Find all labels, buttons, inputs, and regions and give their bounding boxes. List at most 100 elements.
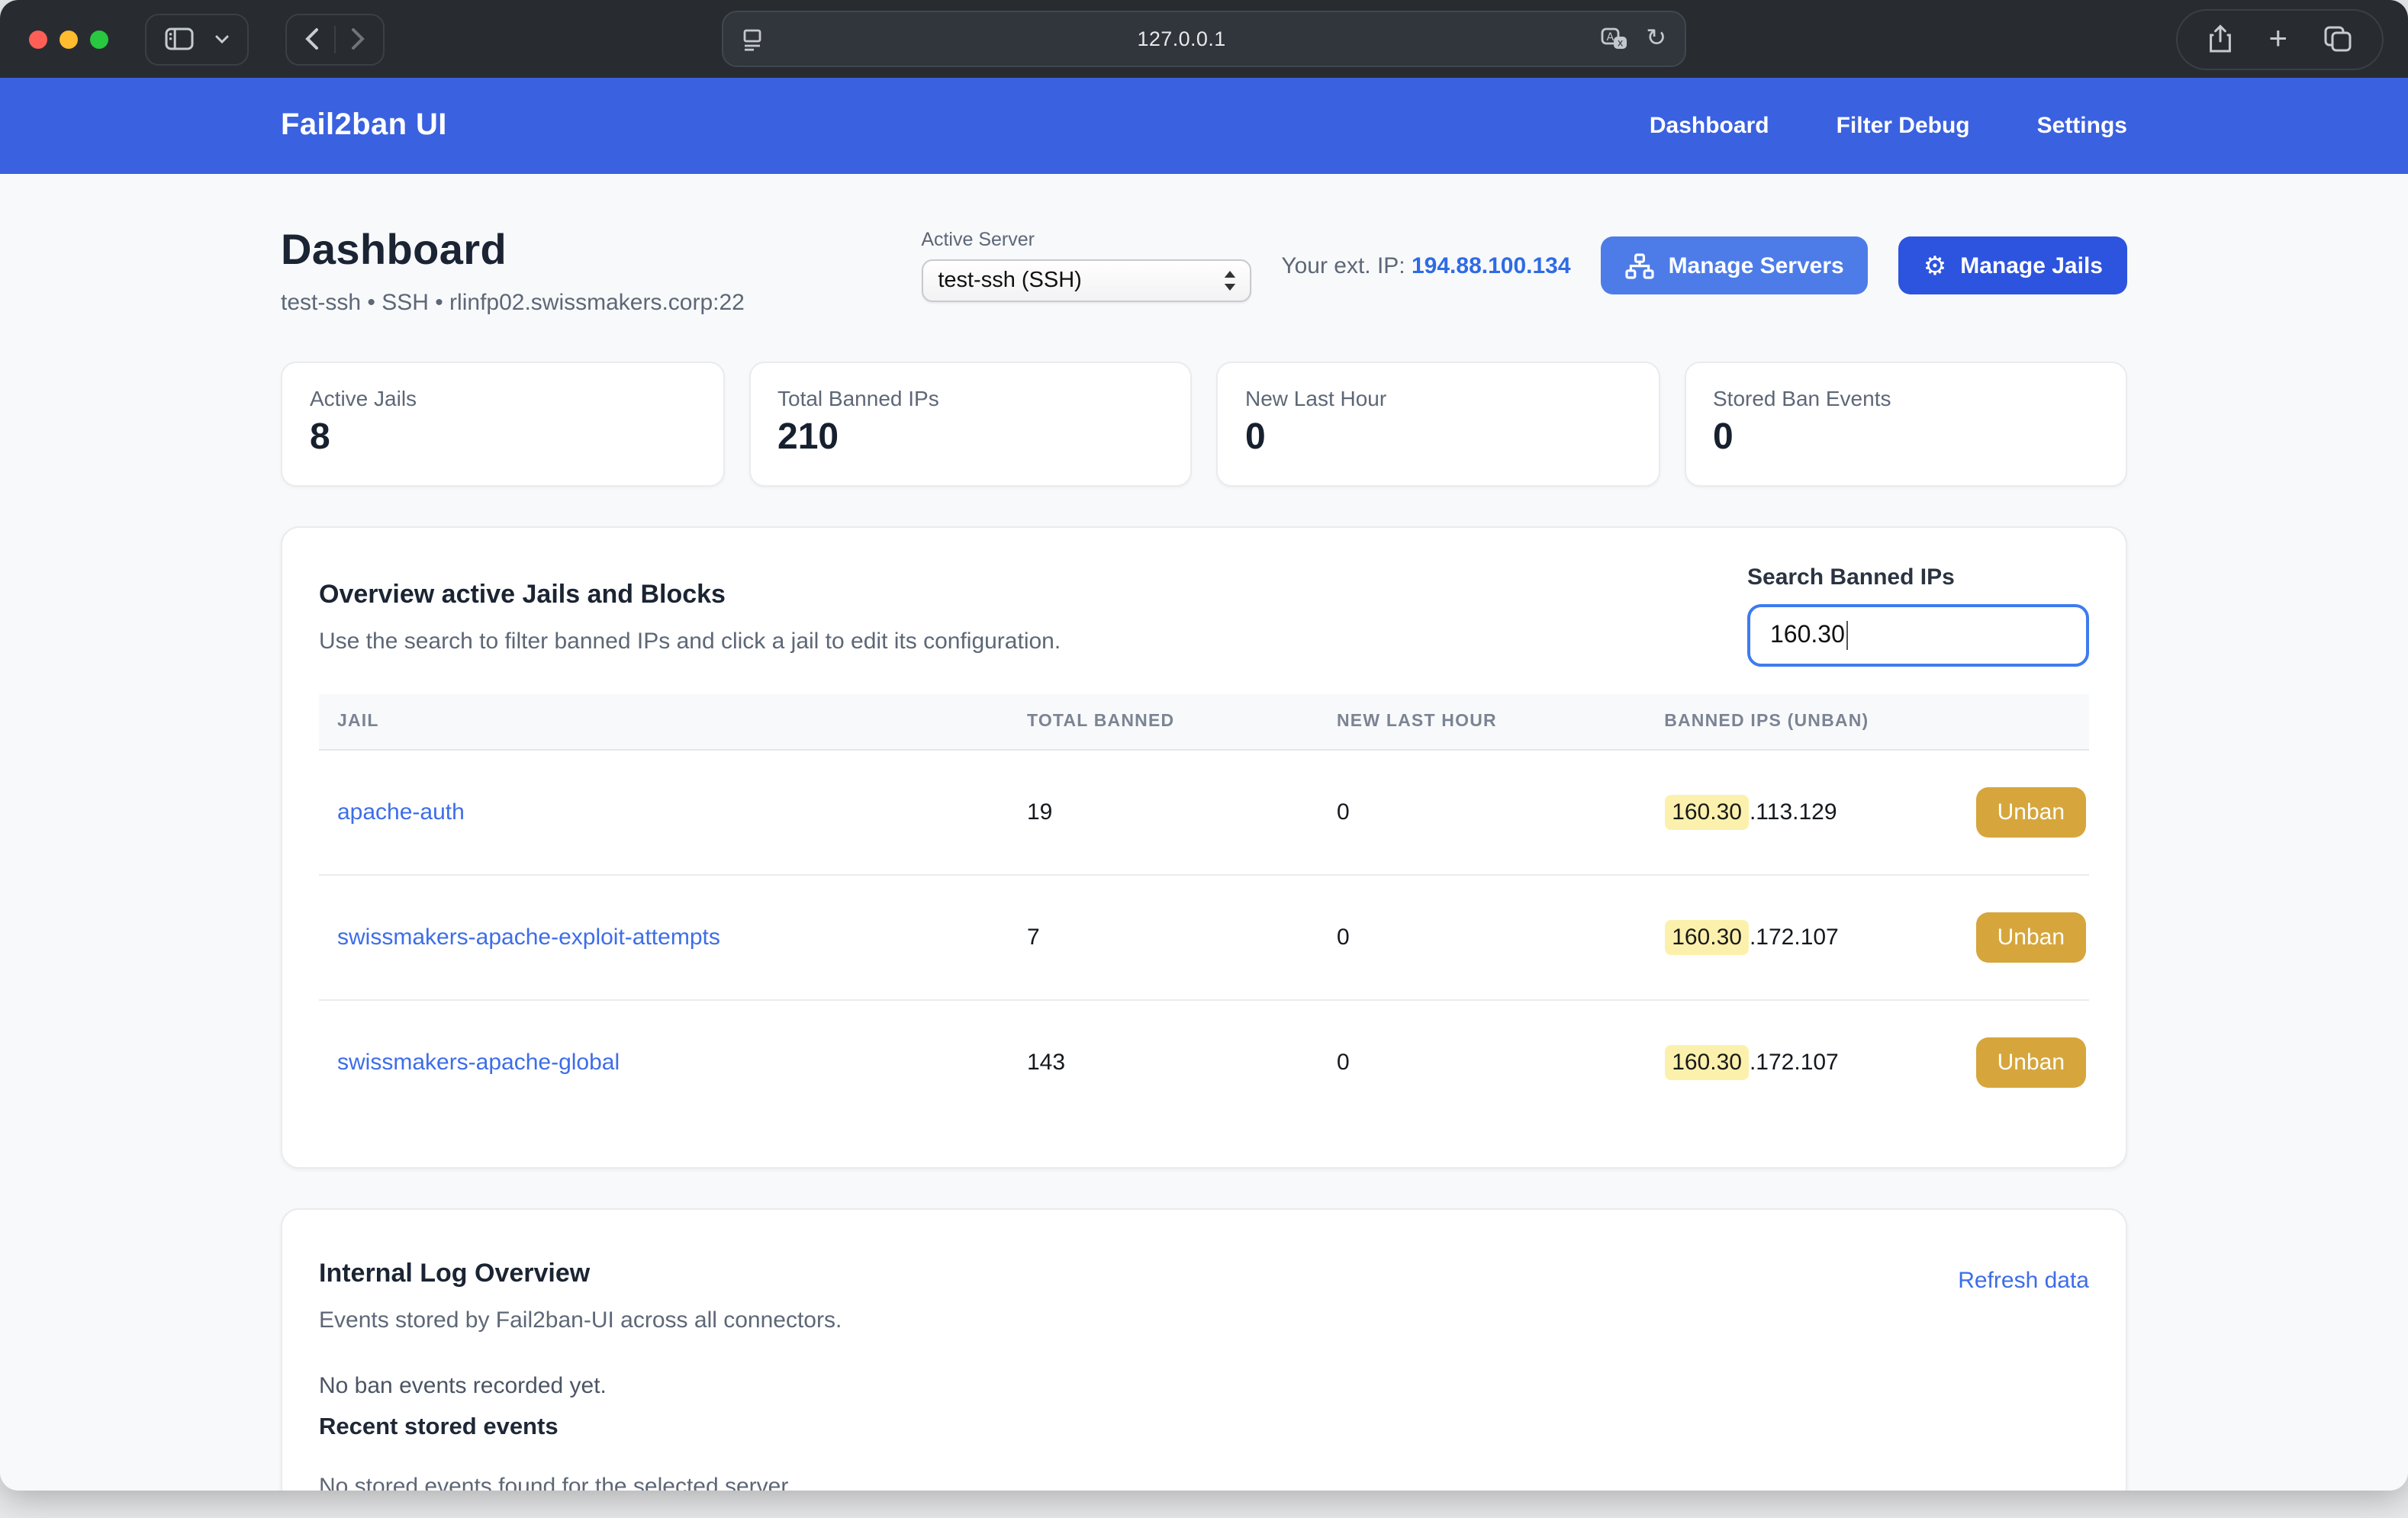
share-icon[interactable] [2207,24,2232,53]
active-server-block: Active Server test-ssh (SSH) [921,229,1251,302]
new-last-hour-cell: 0 [1337,1000,1664,1124]
select-stepper-icon [1222,270,1237,291]
col-header-total-banned: TOTAL BANNED [1027,694,1337,750]
ip-highlight: 160.30 [1664,795,1750,830]
jail-link[interactable]: apache-auth [337,799,465,825]
browser-window: 127.0.0.1 A x ↻ [0,0,2408,1491]
internal-log-card: Internal Log Overview Events stored by F… [281,1208,2127,1491]
no-ban-events-text: No ban events recorded yet. [319,1373,2089,1399]
log-subtitle: Events stored by Fail2ban-UI across all … [319,1307,842,1333]
external-ip-link[interactable]: 194.88.100.134 [1412,252,1571,278]
sidebar-toggle-button[interactable] [159,27,200,50]
external-ip: Your ext. IP: 194.88.100.134 [1281,252,1570,278]
unban-button[interactable]: Unban [1976,912,2086,963]
active-server-label: Active Server [921,229,1251,250]
stat-value: 8 [310,416,695,459]
new-last-hour-cell: 0 [1337,875,1664,1000]
screenshot-stage: 127.0.0.1 A x ↻ [0,0,2408,1518]
stat-card-stored-ban-events: Stored Ban Events 0 [1684,362,2127,487]
reload-icon[interactable]: ↻ [1646,27,1666,51]
log-title: Internal Log Overview [319,1259,842,1289]
external-ip-label: Your ext. IP: [1281,252,1405,278]
jail-link[interactable]: swissmakers-apache-exploit-attempts [337,925,720,950]
stat-label: Stored Ban Events [1713,386,2098,410]
unban-button[interactable]: Unban [1976,787,2086,838]
manage-jails-button[interactable]: ⚙ Manage Jails [1899,236,2127,294]
svg-text:A: A [1606,31,1614,43]
address-bar-actions: A x ↻ [1600,27,1666,51]
nav-link-dashboard[interactable]: Dashboard [1650,113,1769,139]
ip-rest: .113.129 [1750,799,1837,825]
zoom-window-button[interactable] [90,30,108,48]
refresh-data-link[interactable]: Refresh data [1958,1268,2089,1294]
search-label: Search Banned IPs [1747,564,2089,590]
active-server-select[interactable]: test-ssh (SSH) [921,259,1251,302]
new-last-hour-cell: 0 [1337,750,1664,875]
stat-value: 0 [1713,416,2098,459]
sidebar-icon [165,27,194,50]
tab-overview-icon[interactable] [2324,26,2352,52]
sidebar-dropdown-button[interactable] [209,34,235,43]
browser-toolbar: 127.0.0.1 A x ↻ [0,0,2408,78]
close-window-button[interactable] [29,30,47,48]
overview-subtitle: Use the search to filter banned IPs and … [319,629,1061,654]
traffic-lights [0,30,108,48]
stat-label: New Last Hour [1245,386,1631,410]
unban-button[interactable]: Unban [1976,1037,2086,1088]
banned-ip-cell: 160.30.172.107 Unban [1664,912,2089,963]
recent-stored-events-title: Recent stored events [319,1414,2089,1442]
stat-card-active-jails: Active Jails 8 [281,362,724,487]
ip-highlight: 160.30 [1664,1045,1750,1080]
table-header-row: JAIL TOTAL BANNED NEW LAST HOUR BANNED I… [319,694,2089,750]
toolbar-right-group: + [2175,8,2384,69]
page-header: Dashboard test-ssh • SSH • rlinfp02.swis… [281,226,2127,316]
address-bar[interactable]: 127.0.0.1 A x ↻ [722,11,1686,67]
overview-title: Overview active Jails and Blocks [319,580,1061,610]
no-stored-events-text: No stored events found for the selected … [319,1474,2089,1491]
stat-value: 0 [1245,416,1631,459]
app-brand: Fail2ban UI [281,108,447,143]
minimize-window-button[interactable] [60,30,78,48]
url-text: 127.0.0.1 [763,27,1600,50]
chevron-right-icon [351,27,365,50]
table-row: apache-auth 19 0 160.30.113.129 Unban [319,750,2089,875]
search-banned-ips-input[interactable]: 160.30 [1747,604,2089,667]
stat-card-total-banned: Total Banned IPs 210 [748,362,1192,487]
stat-cards: Active Jails 8 Total Banned IPs 210 New … [281,362,2127,487]
total-banned-cell: 19 [1027,750,1337,875]
banned-ip-cell: 160.30.113.129 Unban [1664,787,2089,838]
table-row: swissmakers-apache-global 143 0 160.30.1… [319,1000,2089,1124]
col-header-new-last-hour: NEW LAST HOUR [1337,694,1664,750]
reader-view-icon[interactable] [742,27,763,51]
search-block: Search Banned IPs 160.30 [1747,564,2089,667]
jails-table: JAIL TOTAL BANNED NEW LAST HOUR BANNED I… [319,694,2089,1124]
col-header-banned-ips: BANNED IPS (UNBAN) [1664,694,2089,750]
app-navbar: Fail2ban UI Dashboard Filter Debug Setti… [0,78,2408,174]
nav-link-filter-debug[interactable]: Filter Debug [1837,113,1970,139]
stat-label: Total Banned IPs [777,386,1163,410]
total-banned-cell: 143 [1027,1000,1337,1124]
translate-icon[interactable]: A x [1600,27,1627,51]
ip-rest: .172.107 [1750,1050,1839,1076]
new-tab-icon[interactable]: + [2268,23,2287,55]
ip-rest: .172.107 [1750,925,1839,950]
manage-servers-button[interactable]: Manage Servers [1602,236,1869,294]
manage-servers-label: Manage Servers [1669,252,1844,278]
active-server-value: test-ssh (SSH) [938,269,1222,293]
stat-label: Active Jails [310,386,695,410]
history-nav-group [285,13,385,65]
search-value: 160.30 [1770,622,1845,649]
jail-link[interactable]: swissmakers-apache-global [337,1050,620,1076]
back-button[interactable] [299,27,325,50]
total-banned-cell: 7 [1027,875,1337,1000]
sitemap-icon [1626,252,1655,278]
stat-card-new-last-hour: New Last Hour 0 [1216,362,1660,487]
gear-icon: ⚙ [1924,252,1947,278]
ip-highlight: 160.30 [1664,920,1750,955]
page-subtitle: test-ssh • SSH • rlinfp02.swissmakers.co… [281,290,745,316]
forward-button[interactable] [345,27,371,50]
stat-value: 210 [777,416,1163,459]
chevron-left-icon [305,27,319,50]
overview-card: Overview active Jails and Blocks Use the… [281,526,2127,1169]
nav-link-settings[interactable]: Settings [2037,113,2127,139]
